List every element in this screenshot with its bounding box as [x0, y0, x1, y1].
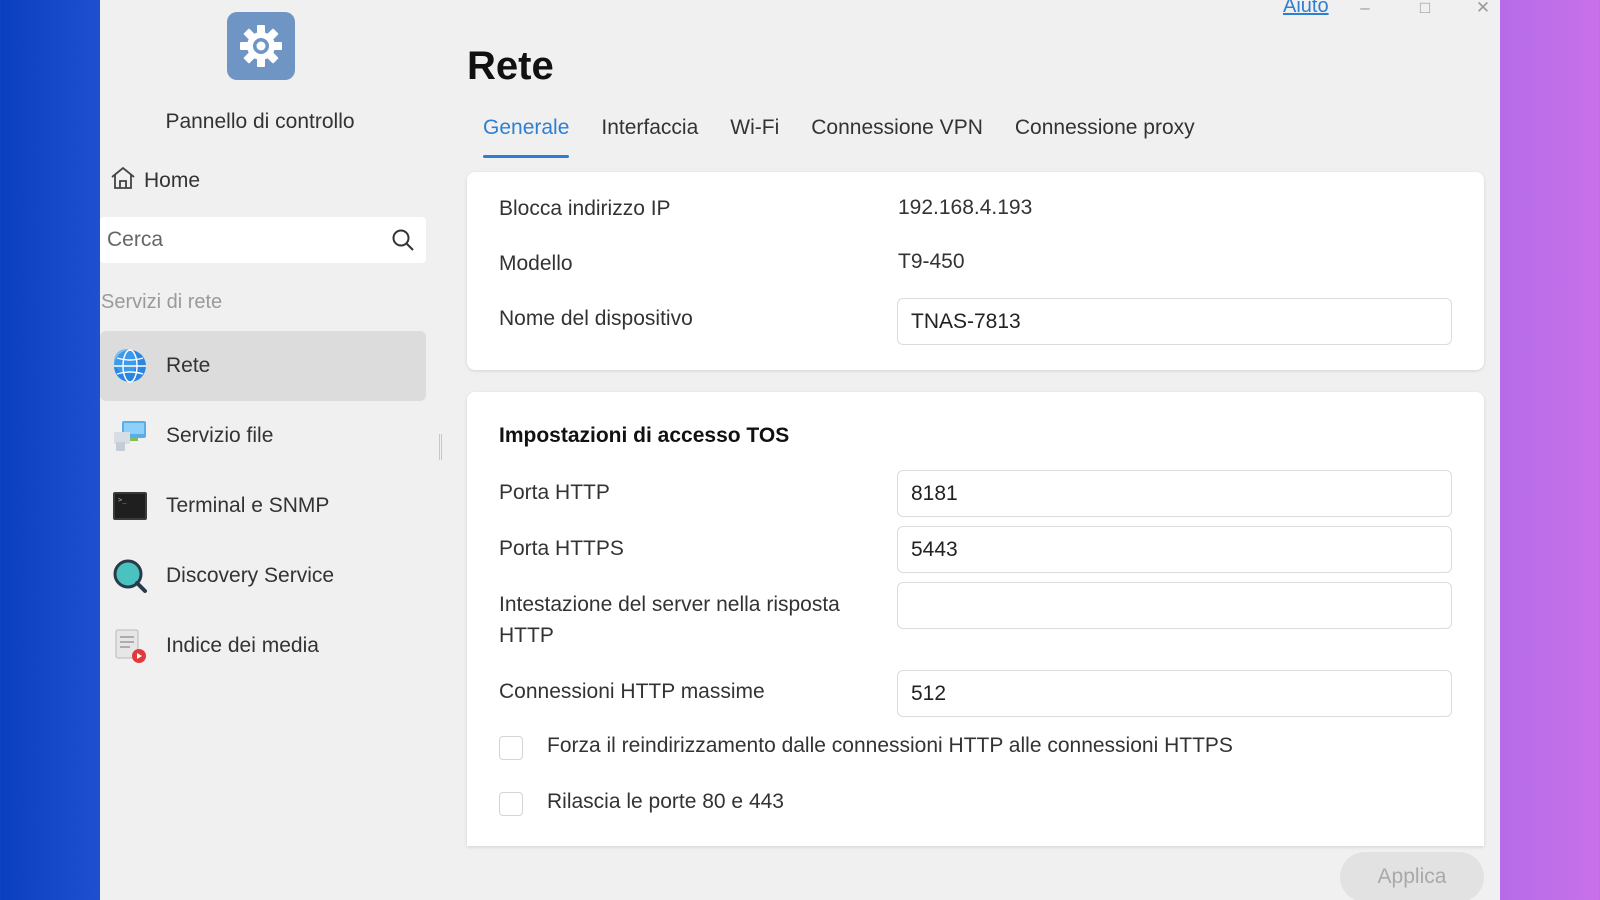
section-label: Servizi di rete — [101, 291, 223, 313]
model-label: Modello — [499, 252, 573, 275]
sidebar-item-label: Terminal e SNMP — [166, 494, 330, 517]
sidebar-item-servizio-file[interactable]: Servizio file — [100, 401, 426, 471]
server-header-field[interactable] — [897, 582, 1452, 629]
sidebar-item-indice-media[interactable]: Indice dei media — [100, 611, 426, 681]
control-panel-window: Pannello di controllo Home Servizi di re… — [100, 0, 1500, 900]
https-port-label: Porta HTTPS — [499, 537, 624, 560]
tab-interfaccia[interactable]: Interfaccia — [601, 116, 698, 158]
http-port-label: Porta HTTP — [499, 481, 610, 504]
svg-text:>_: >_ — [118, 496, 127, 504]
tab-wifi[interactable]: Wi-Fi — [730, 116, 779, 158]
search-box — [100, 217, 426, 263]
max-connections-label: Connessioni HTTP massime — [499, 680, 765, 703]
tab-bar: Generale Interfaccia Wi-Fi Connessione V… — [483, 116, 1195, 158]
apply-button[interactable]: Applica — [1340, 852, 1484, 900]
device-name-label: Nome del dispositivo — [499, 307, 693, 330]
media-index-icon — [112, 628, 148, 664]
home-link[interactable]: Home — [110, 165, 200, 197]
nav-list: Rete Servizio file >_ Terminal e SNMP Di… — [100, 331, 426, 681]
http-port-field[interactable] — [897, 470, 1452, 517]
force-redirect-checkbox[interactable] — [499, 736, 523, 760]
page-title: Rete — [467, 44, 554, 88]
server-header-label-line2: HTTP — [499, 624, 554, 647]
globe-icon — [112, 348, 148, 384]
file-service-icon — [112, 418, 148, 454]
device-info-card: Blocca indirizzo IP 192.168.4.193 Modell… — [467, 172, 1484, 370]
device-name-field[interactable] — [897, 298, 1452, 345]
sidebar-item-label: Discovery Service — [166, 564, 335, 587]
terminal-icon: >_ — [112, 488, 148, 524]
sidebar-item-terminal-snmp[interactable]: >_ Terminal e SNMP — [100, 471, 426, 541]
section-heading: Impostazioni di accesso TOS — [499, 424, 790, 447]
tab-connessione-vpn[interactable]: Connessione VPN — [811, 116, 983, 158]
tab-generale[interactable]: Generale — [483, 116, 570, 158]
app-title: Pannello di controllo — [165, 110, 355, 133]
sidebar-item-label: Rete — [166, 354, 211, 377]
close-icon[interactable]: ✕ — [1473, 0, 1493, 18]
search-icon[interactable] — [380, 217, 426, 263]
help-link[interactable]: Aiuto — [1283, 0, 1329, 18]
search-input[interactable] — [100, 228, 380, 252]
home-icon — [110, 165, 136, 197]
sidebar-item-rete[interactable]: Rete — [100, 331, 426, 401]
server-header-label-line1: Intestazione del server nella risposta — [499, 593, 840, 616]
tos-access-card: Impostazioni di accesso TOS Porta HTTP P… — [467, 392, 1484, 846]
force-redirect-label: Forza il reindirizzamento dalle connessi… — [547, 734, 1233, 757]
ip-label: Blocca indirizzo IP — [499, 197, 671, 220]
maximize-icon[interactable]: □ — [1415, 0, 1435, 18]
max-connections-field[interactable] — [897, 670, 1452, 717]
server-header-label: Intestazione del server nella risposta H… — [499, 589, 840, 651]
sidebar-item-label: Indice dei media — [166, 634, 319, 657]
discovery-icon — [112, 558, 148, 594]
ip-value: 192.168.4.193 — [898, 196, 1033, 219]
model-value: T9-450 — [898, 250, 965, 273]
home-label: Home — [144, 169, 201, 192]
release-ports-checkbox[interactable] — [499, 792, 523, 816]
sidebar-item-label: Servizio file — [166, 424, 274, 447]
gear-icon — [227, 12, 295, 80]
sidebar: Pannello di controllo Home Servizi di re… — [100, 0, 436, 900]
minimize-icon[interactable]: – — [1355, 0, 1375, 18]
sidebar-splitter[interactable] — [439, 434, 442, 460]
tab-connessione-proxy[interactable]: Connessione proxy — [1015, 116, 1195, 158]
https-port-field[interactable] — [897, 526, 1452, 573]
release-ports-label: Rilascia le porte 80 e 443 — [547, 790, 784, 813]
sidebar-item-discovery-service[interactable]: Discovery Service — [100, 541, 426, 611]
